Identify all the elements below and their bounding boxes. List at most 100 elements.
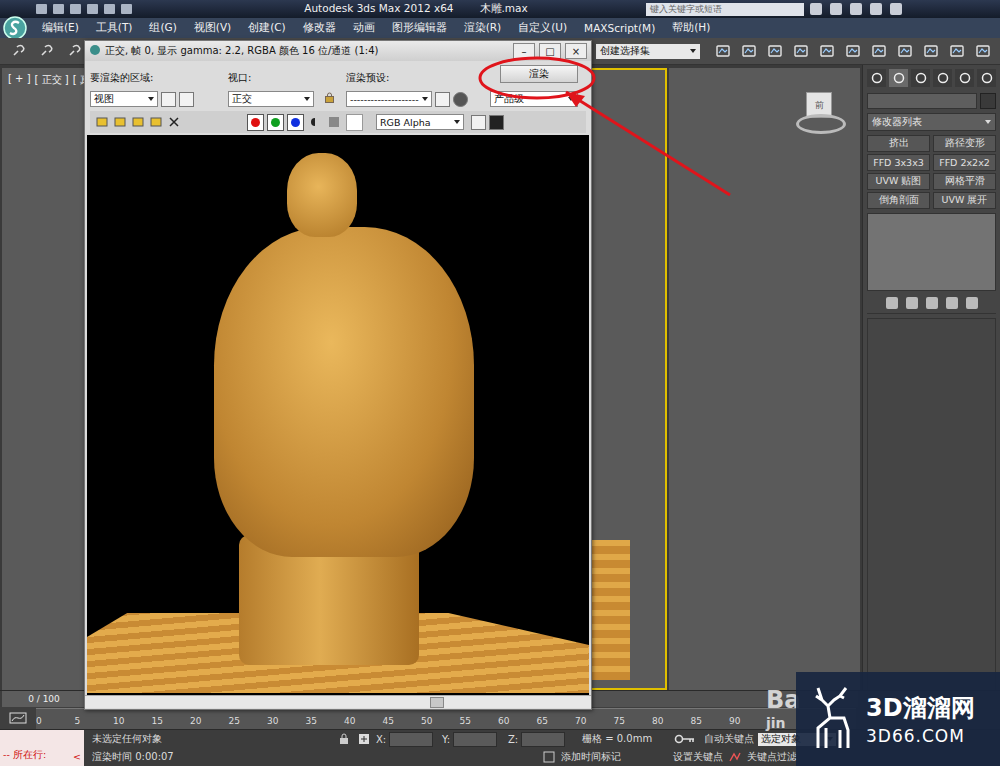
lock-icon[interactable] (336, 733, 352, 745)
window-button[interactable]: × (565, 43, 587, 59)
modifier-button[interactable]: UVW 展开 (933, 192, 996, 209)
menu-item[interactable]: 自定义(U) (518, 21, 567, 35)
mono-icon[interactable] (307, 115, 322, 130)
modifier-button[interactable]: UVW 贴图 (867, 173, 930, 190)
toolbar-icon[interactable] (920, 40, 942, 62)
info-icon[interactable] (890, 3, 902, 15)
key-filter-icon[interactable] (727, 751, 743, 763)
render-frame-window[interactable]: 正交, 帧 0, 显示 gamma: 2.2, RGBA 颜色 16 位/通道 … (84, 40, 592, 710)
time-tag-icon[interactable] (541, 751, 557, 763)
toolbar-icon[interactable] (738, 40, 760, 62)
toolbar-icon[interactable] (764, 40, 786, 62)
stack-tool-icon[interactable] (906, 297, 918, 309)
channel-toggle[interactable] (287, 114, 304, 131)
image-tool-icon[interactable] (94, 115, 109, 130)
menu-item[interactable]: 视图(V) (194, 21, 231, 35)
object-color-swatch[interactable] (980, 93, 996, 109)
link-icon[interactable] (8, 40, 30, 62)
image-tool-icon[interactable] (112, 115, 127, 130)
toolbar-icon[interactable] (790, 40, 812, 62)
viewcube-ring[interactable] (796, 114, 846, 134)
quick-access-icon[interactable] (36, 4, 47, 14)
command-tab-icon[interactable] (977, 69, 996, 87)
channel-toggle[interactable] (247, 114, 264, 131)
environment-icon[interactable] (453, 92, 468, 107)
modifier-stack[interactable] (867, 213, 996, 291)
maxscript-listener[interactable]: -- 所在行:< (0, 730, 84, 766)
display-dropdown[interactable]: RGB Alpha (376, 114, 464, 130)
modifier-button[interactable]: 倒角剖面 (867, 192, 930, 209)
x-field[interactable] (389, 732, 433, 747)
add-time-tag[interactable]: 添加时间标记 (561, 750, 669, 764)
frame-ruler[interactable]: 051015202530354045505560657075808590 (36, 708, 856, 729)
modifier-button[interactable]: 网格平滑 (933, 173, 996, 190)
auto-key-button[interactable]: 自动关键点 (704, 732, 754, 746)
viewcube[interactable]: 前 (794, 90, 844, 134)
window-button[interactable]: – (513, 43, 535, 59)
quick-access-icon[interactable] (70, 4, 81, 14)
object-name-field[interactable] (867, 93, 977, 109)
quick-access-icon[interactable] (87, 4, 98, 14)
menu-item[interactable]: 图形编辑器 (392, 21, 447, 35)
command-tab-icon[interactable] (955, 69, 974, 87)
menu-item[interactable]: 编辑(E) (42, 21, 79, 35)
menu-item[interactable]: 工具(T) (96, 21, 133, 35)
horizontal-scrollbar[interactable] (85, 695, 591, 708)
modifier-button[interactable]: 路径变形 (933, 135, 996, 152)
key-icon[interactable] (670, 733, 700, 745)
toolbar-icon[interactable] (712, 40, 734, 62)
link-icon[interactable] (36, 40, 58, 62)
link-icon[interactable] (64, 40, 86, 62)
render-window-title-bar[interactable]: 正交, 帧 0, 显示 gamma: 2.2, RGBA 颜色 16 位/通道 … (85, 41, 591, 61)
info-icon[interactable] (810, 3, 822, 15)
y-field[interactable] (453, 732, 497, 747)
toggle-overlay-icon[interactable] (489, 115, 504, 130)
command-tab-icon[interactable] (867, 69, 886, 87)
menu-item[interactable]: 修改器 (303, 21, 336, 35)
viewport-dropdown[interactable]: 正交 (228, 91, 314, 107)
lock-icon[interactable] (325, 92, 334, 106)
stack-tool-icon[interactable] (886, 297, 898, 309)
command-tab-icon[interactable] (911, 69, 930, 87)
menu-item[interactable]: 渲染(R) (464, 21, 502, 35)
z-field[interactable] (521, 732, 565, 747)
area-dropdown[interactable]: 视图 (90, 91, 158, 107)
selection-set-dropdown[interactable]: 创建选择集 (596, 44, 700, 59)
stack-tool-icon[interactable] (926, 297, 938, 309)
stack-tool-icon[interactable] (946, 297, 958, 309)
alpha-toggle[interactable] (329, 117, 339, 127)
menu-item[interactable]: 创建(C) (248, 21, 286, 35)
time-slider-handle[interactable]: 0 / 100 (2, 691, 86, 707)
window-button[interactable]: □ (539, 43, 561, 59)
modifier-list-dropdown[interactable]: 修改器列表 (867, 113, 996, 131)
clear-icon[interactable] (166, 115, 181, 130)
key-filters-button[interactable]: 关键点过滤 (747, 750, 797, 764)
render-setup-icon[interactable] (435, 92, 450, 107)
set-key-button[interactable]: 设置关键点 (673, 750, 723, 764)
auto-region-icon[interactable] (179, 92, 194, 107)
transform-mode-icon[interactable] (356, 733, 372, 745)
command-tab-icon[interactable] (933, 69, 952, 87)
modifier-button[interactable]: 挤出 (867, 135, 930, 152)
curve-editor-icon[interactable] (0, 711, 36, 725)
info-icon[interactable] (870, 3, 882, 15)
quick-access-icon[interactable] (53, 4, 64, 14)
toolbar-icon[interactable] (842, 40, 864, 62)
quality-dropdown[interactable]: 产品级 (490, 91, 578, 107)
info-icon[interactable] (830, 3, 842, 15)
menu-item[interactable]: 动画 (353, 21, 375, 35)
search-field[interactable]: 键入关键字或短语 (646, 3, 804, 16)
toolbar-icon[interactable] (972, 40, 994, 62)
quick-access-icon[interactable] (121, 4, 132, 14)
quick-access-icon[interactable] (104, 4, 115, 14)
modifier-button[interactable]: FFD 3x3x3 (867, 154, 930, 171)
scroll-thumb[interactable] (430, 697, 444, 708)
menu-item[interactable]: 组(G) (149, 21, 176, 35)
toolbar-icon[interactable] (946, 40, 968, 62)
app-logo-icon[interactable] (0, 18, 30, 38)
stack-tool-icon[interactable] (966, 297, 978, 309)
command-tab-icon[interactable] (889, 69, 908, 87)
preset-dropdown[interactable]: -------------------- (346, 91, 432, 107)
edit-region-icon[interactable] (161, 92, 176, 107)
render-button[interactable]: 渲染 (500, 65, 578, 83)
